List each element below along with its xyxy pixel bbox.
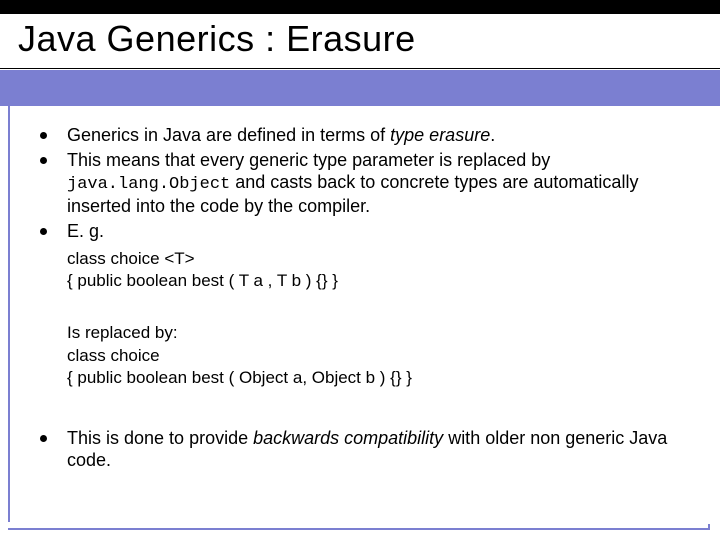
code2-line1: class choice [67, 345, 690, 367]
bullet-icon [40, 435, 47, 442]
bullet-4-italic: backwards compatibility [253, 428, 443, 448]
top-black-bar [0, 0, 720, 14]
frame-left-border [8, 112, 10, 522]
code2-label: Is replaced by: [67, 322, 690, 344]
bullet-4: This is done to provide backwards compat… [40, 427, 690, 472]
code1-line2: { public boolean best ( T a , T b ) {} } [67, 270, 690, 292]
bullet-2-pre: This means that every generic type param… [67, 150, 550, 170]
bullet-icon [40, 132, 47, 139]
bullet-1-post: . [490, 125, 495, 145]
content-area: Generics in Java are defined in terms of… [40, 124, 690, 474]
purple-accent-bar [0, 70, 720, 106]
bullet-1-italic: type erasure [390, 125, 490, 145]
slide-title: Java Generics : Erasure [18, 18, 416, 60]
bullet-icon [40, 228, 47, 235]
spacer [40, 403, 690, 427]
slide: Java Generics : Erasure Generics in Java… [0, 0, 720, 540]
title-underline [0, 68, 720, 69]
code-block-after: Is replaced by: class choice { public bo… [67, 322, 690, 388]
bullet-3: E. g. [40, 220, 690, 243]
bullet-3-text: E. g. [67, 220, 690, 243]
bullet-4-pre: This is done to provide [67, 428, 253, 448]
code-block-before: class choice <T> { public boolean best (… [67, 248, 690, 292]
code1-line1: class choice <T> [67, 248, 690, 270]
spacer [40, 306, 690, 316]
bullet-icon [40, 157, 47, 164]
bullet-2: This means that every generic type param… [40, 149, 690, 218]
frame-bottom-border [8, 528, 710, 530]
bullet-4-text: This is done to provide backwards compat… [67, 427, 690, 472]
bullet-2-text: This means that every generic type param… [67, 149, 690, 218]
bullet-1-pre: Generics in Java are defined in terms of [67, 125, 390, 145]
code2-line2: { public boolean best ( Object a, Object… [67, 367, 690, 389]
bullet-1-text: Generics in Java are defined in terms of… [67, 124, 690, 147]
frame-corner-right [708, 524, 710, 530]
bullet-1: Generics in Java are defined in terms of… [40, 124, 690, 147]
bullet-2-code: java.lang.Object [67, 175, 230, 194]
